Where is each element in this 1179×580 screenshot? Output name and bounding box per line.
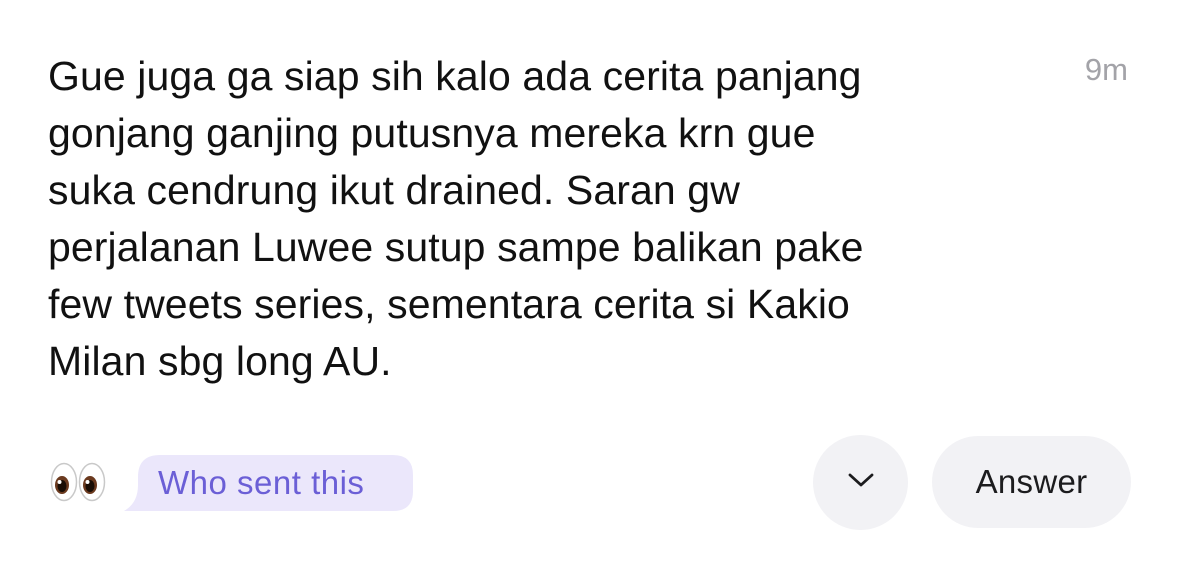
message-line: gonjang ganjing putusnya mereka krn gue [48,110,816,156]
answer-button[interactable]: Answer [932,436,1131,528]
chevron-down-icon [846,471,876,494]
expand-button[interactable] [813,435,908,530]
message-line: few tweets series, sementara cerita si K… [48,281,850,327]
message-card: Gue juga ga siap sih kalo ada cerita pan… [0,0,1179,580]
message-text: Gue juga ga siap sih kalo ada cerita pan… [48,48,1028,390]
message-line: perjalanan Luwee sutup sampe balikan pak… [48,224,864,270]
eyes-emoji-icon [50,462,106,502]
who-sent-this-button[interactable]: Who sent this [124,455,413,511]
message-line: suka cendrung ikut drained. Saran gw [48,167,740,213]
message-line: Gue juga ga siap sih kalo ada cerita pan… [48,53,862,99]
timestamp: 9m [1084,52,1128,87]
message-line: Milan sbg long AU. [48,338,392,384]
who-sent-this-label: Who sent this [158,464,365,501]
